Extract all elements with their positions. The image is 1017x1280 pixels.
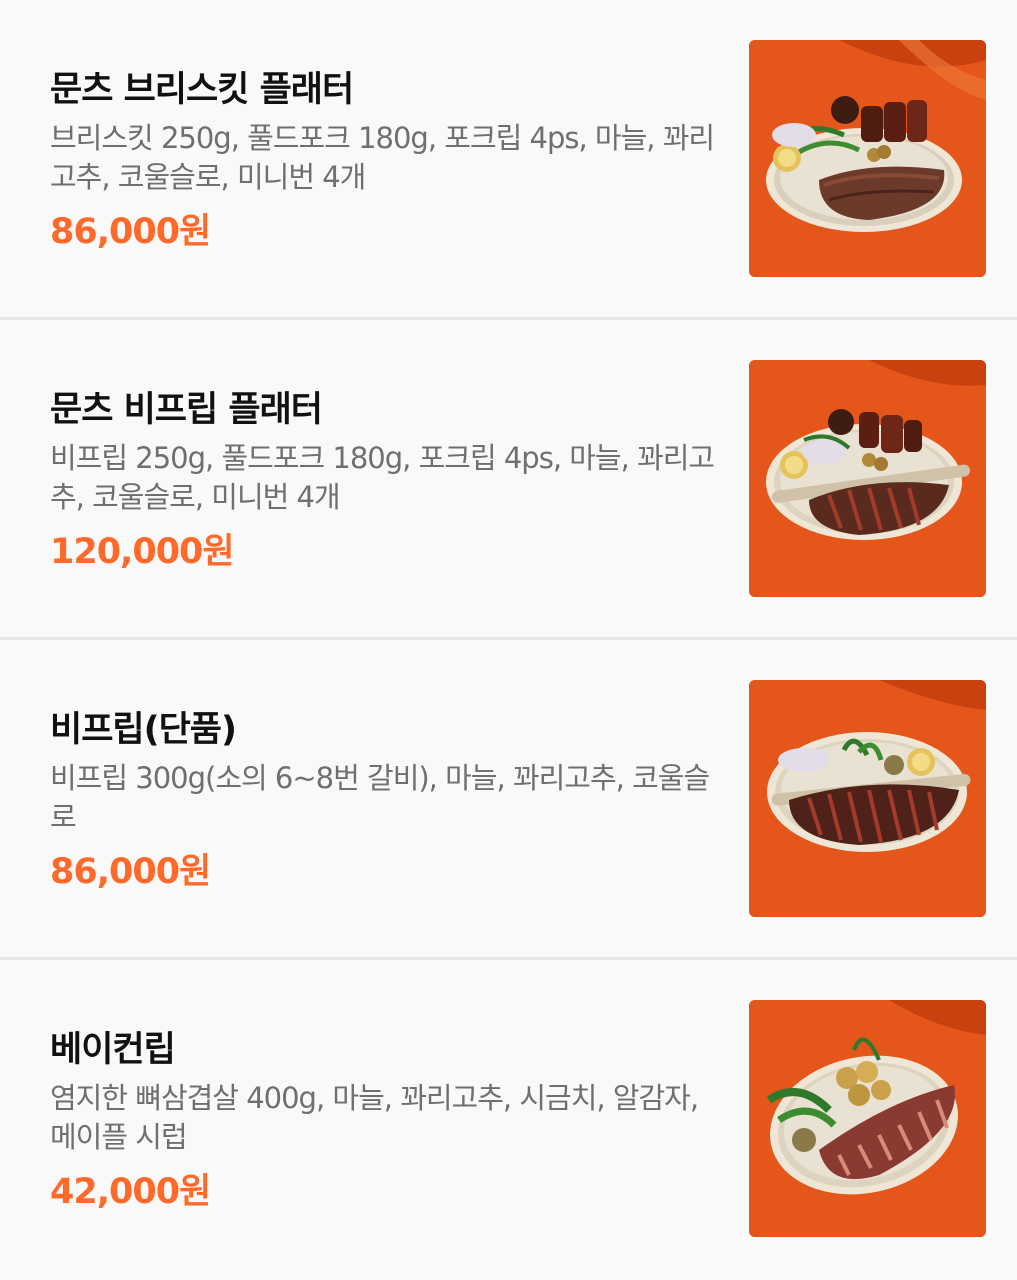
menu-item-price: 42,000원	[50, 1172, 211, 1212]
food-photo-illustration	[749, 1000, 986, 1237]
menu-item-description: 비프립 300g(소의 6~8번 갈비), 마늘, 꽈리고추, 코울슬로	[50, 761, 710, 834]
food-photo-illustration	[749, 40, 986, 277]
menu-item-beef-rib-platter[interactable]: 문츠 비프립 플래터 비프립 250g, 풀드포크 180g, 포크립 4ps,…	[0, 320, 1017, 640]
beef-rib-single-photo[interactable]	[749, 680, 986, 917]
menu-item-price: 86,000원	[50, 852, 211, 892]
menu-item-name: 문츠 브리스킷 플래터	[50, 70, 354, 110]
food-photo-illustration	[749, 680, 986, 917]
menu-item-name: 베이컨립	[50, 1030, 176, 1070]
menu-item-name: 비프립(단품)	[50, 710, 237, 750]
menu-item-price: 86,000원	[50, 212, 211, 252]
menu-item-price: 120,000원	[50, 532, 235, 572]
menu-item-text: 문츠 비프립 플래터 비프립 250g, 풀드포크 180g, 포크립 4ps,…	[50, 387, 715, 575]
menu-item-text: 문츠 브리스킷 플래터 브리스킷 250g, 풀드포크 180g, 포크립 4p…	[50, 67, 715, 255]
brisket-platter-photo[interactable]	[749, 40, 986, 277]
menu-item-name: 문츠 비프립 플래터	[50, 390, 323, 430]
food-photo-illustration	[749, 360, 986, 597]
menu-item-description: 비프립 250g, 풀드포크 180g, 포크립 4ps, 마늘, 꽈리고추, …	[50, 441, 715, 514]
menu-item-description: 염지한 뼈삼겹살 400g, 마늘, 꽈리고추, 시금치, 알감자, 메이플 시…	[50, 1081, 699, 1154]
menu-item-text: 베이컨립 염지한 뼈삼겹살 400g, 마늘, 꽈리고추, 시금치, 알감자, …	[50, 1027, 715, 1215]
beef-rib-platter-photo[interactable]	[749, 360, 986, 597]
menu-item-beef-rib-single[interactable]: 비프립(단품) 비프립 300g(소의 6~8번 갈비), 마늘, 꽈리고추, …	[0, 640, 1017, 960]
menu-item-brisket-platter[interactable]: 문츠 브리스킷 플래터 브리스킷 250g, 풀드포크 180g, 포크립 4p…	[0, 0, 1017, 320]
menu-list: 문츠 브리스킷 플래터 브리스킷 250g, 풀드포크 180g, 포크립 4p…	[0, 0, 1017, 1280]
bacon-rib-photo[interactable]	[749, 1000, 986, 1237]
menu-item-description: 브리스킷 250g, 풀드포크 180g, 포크립 4ps, 마늘, 꽈리고추,…	[50, 121, 715, 194]
menu-item-bacon-rib[interactable]: 베이컨립 염지한 뼈삼겹살 400g, 마늘, 꽈리고추, 시금치, 알감자, …	[0, 960, 1017, 1280]
menu-item-text: 비프립(단품) 비프립 300g(소의 6~8번 갈비), 마늘, 꽈리고추, …	[50, 707, 715, 895]
